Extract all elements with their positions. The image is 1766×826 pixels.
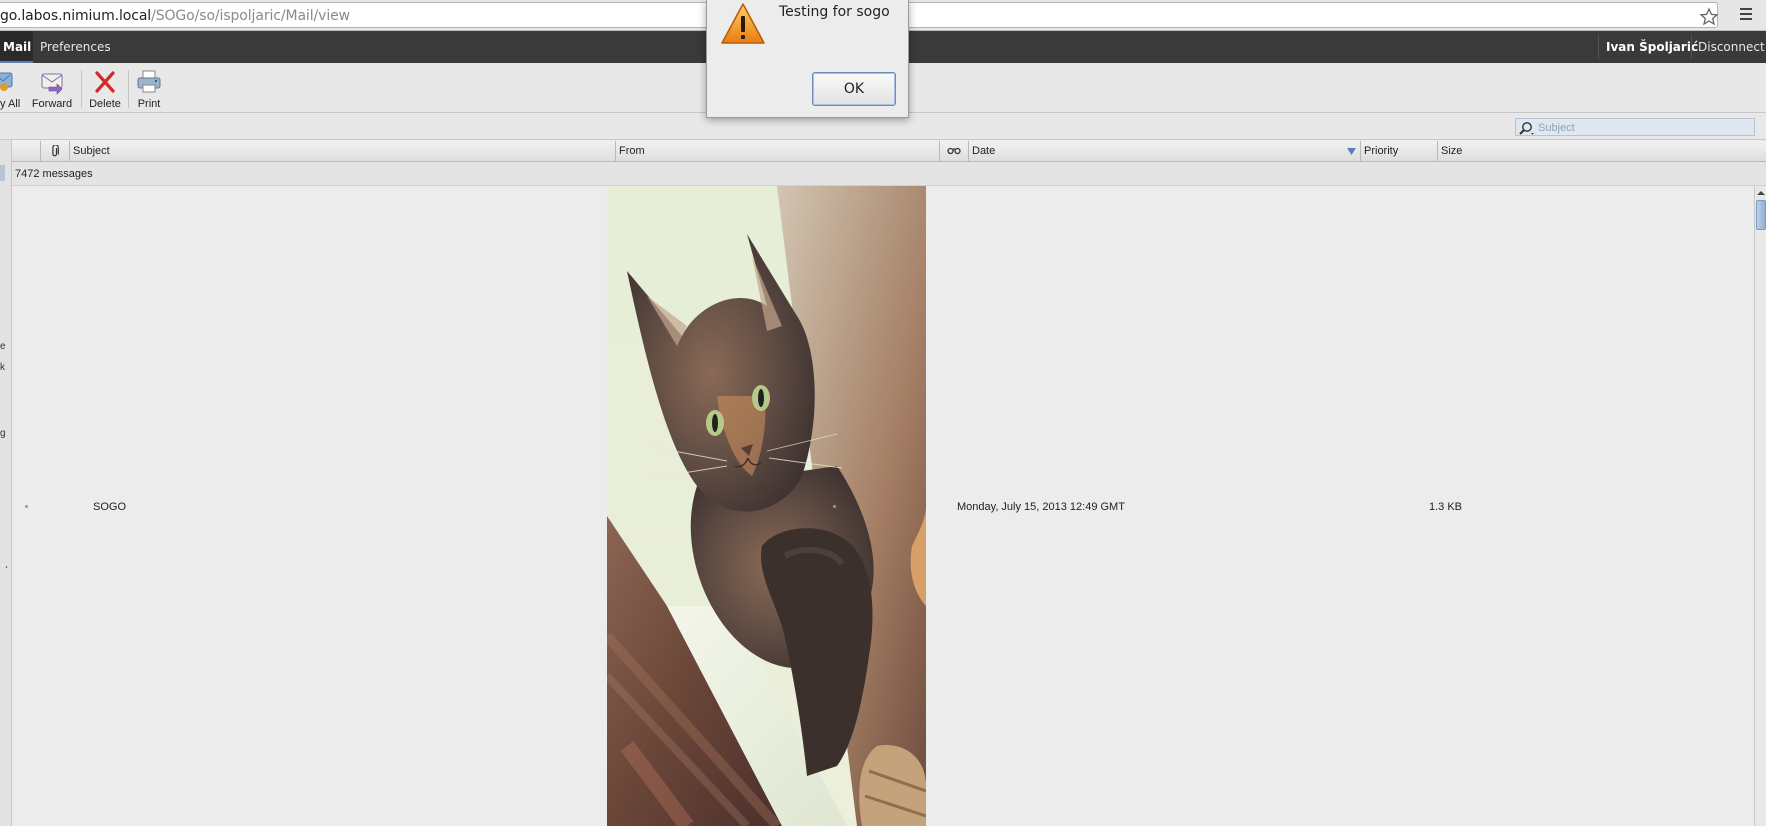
message-list-header: Subject From Date Priority Size <box>12 141 1766 162</box>
folder-label-fragment: k <box>0 362 5 373</box>
column-header-subject[interactable]: Subject <box>70 141 616 162</box>
column-header-priority[interactable]: Priority <box>1361 141 1438 162</box>
toolbar-divider <box>128 70 129 108</box>
message-size: 1.3 KB <box>1429 501 1463 513</box>
nav-mail[interactable]: Mail <box>0 31 33 63</box>
star-icon[interactable] <box>1699 7 1719 27</box>
table-row[interactable]: SOGO Monday, July 15, 2013 12:49 GMT 1.3… <box>12 186 1754 826</box>
message-subject: SOGO <box>93 501 127 513</box>
ok-button[interactable]: OK <box>812 72 896 106</box>
column-header-thread[interactable] <box>940 141 969 162</box>
nav-user-name: Ivan Špoljarić <box>1606 40 1699 54</box>
forward-icon <box>41 73 63 95</box>
reply-all-button[interactable]: y All <box>0 69 22 113</box>
reply-all-label: y All <box>0 98 21 110</box>
column-header-attachment[interactable] <box>41 141 70 162</box>
thread-icon <box>947 147 961 155</box>
url-host: go.labos.nimium.local <box>0 8 152 24</box>
folder-label-fragment: e <box>0 341 6 352</box>
folder-selection-marker <box>0 165 5 181</box>
forward-button[interactable]: Forward <box>28 69 76 113</box>
url-text[interactable]: go.labos.nimium.local/SOGo/so/ispoljaric… <box>0 8 350 24</box>
folder-label-fragment: ¸ <box>5 558 9 569</box>
delete-button[interactable]: Delete <box>86 69 124 113</box>
forward-label: Forward <box>31 98 73 110</box>
paperclip-icon <box>52 145 59 157</box>
alert-message: Testing for sogo <box>779 4 890 20</box>
alert-dialog: Testing for sogo OK <box>706 0 909 118</box>
reply-all-icon <box>0 72 13 91</box>
scroll-up-arrow-icon[interactable] <box>1756 188 1766 198</box>
search-icon[interactable] <box>1518 121 1536 135</box>
search-box[interactable] <box>1515 118 1755 136</box>
column-header-size[interactable]: Size <box>1438 141 1766 162</box>
nav-divider <box>1598 35 1599 59</box>
toolbar-divider <box>81 70 82 108</box>
folder-pane-edge[interactable]: e k g ¸ <box>0 140 12 826</box>
search-input[interactable] <box>1538 120 1752 135</box>
folder-label-fragment: g <box>0 428 6 439</box>
column-header-unread[interactable] <box>12 141 41 162</box>
column-header-from[interactable]: From <box>616 141 940 162</box>
print-button[interactable]: Print <box>133 69 165 113</box>
column-header-date-label: Date <box>972 145 996 157</box>
message-count: 7472 messages <box>15 168 93 180</box>
delete-label: Delete <box>89 98 121 110</box>
print-icon <box>137 70 161 93</box>
sort-desc-icon <box>1347 148 1356 155</box>
menu-icon[interactable] <box>1738 6 1754 22</box>
cat-photo <box>607 186 926 826</box>
warning-icon <box>721 3 765 44</box>
message-list: SOGO Monday, July 15, 2013 12:49 GMT 1.3… <box>12 186 1754 826</box>
delete-icon <box>95 71 115 93</box>
url-path: /SOGo/so/ispoljaric/Mail/view <box>151 8 350 24</box>
message-list-scrollbar[interactable] <box>1754 186 1766 826</box>
message-count-row: 7472 messages <box>12 162 1766 186</box>
nav-disconnect[interactable]: Disconnect <box>1698 31 1765 63</box>
message-date: Monday, July 15, 2013 12:49 GMT <box>957 501 1125 513</box>
flag-status-dot[interactable] <box>833 505 836 508</box>
nav-preferences[interactable]: Preferences <box>40 31 111 63</box>
print-label: Print <box>137 98 161 110</box>
nav-divider <box>1691 35 1692 59</box>
scroll-thumb[interactable] <box>1756 200 1766 230</box>
column-header-date[interactable]: Date <box>969 141 1361 162</box>
read-status-dot[interactable] <box>25 505 28 508</box>
